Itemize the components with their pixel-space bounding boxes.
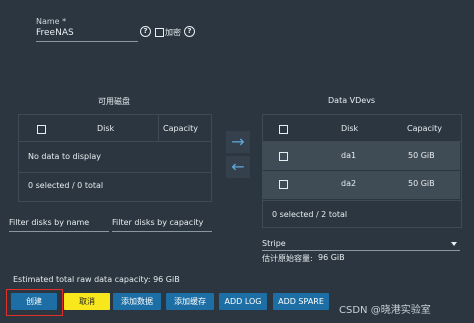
available-disks-title: 可用磁盘 <box>98 97 130 106</box>
row-checkbox[interactable] <box>279 152 288 161</box>
available-select-all-checkbox[interactable] <box>37 125 46 134</box>
name-input-underline <box>36 41 138 42</box>
move-left-button[interactable]: ← <box>226 156 250 178</box>
available-col-disk[interactable]: Disk <box>97 124 114 133</box>
layout-select[interactable]: Stripe <box>262 239 286 248</box>
filter-name-underline <box>9 231 109 232</box>
encrypt-checkbox[interactable] <box>155 28 164 37</box>
estimated-capacity-label: 估计原始容量: <box>262 254 313 263</box>
data-vdevs-title: Data VDevs <box>328 96 376 105</box>
filter-by-capacity-input[interactable]: Filter disks by capacity <box>112 218 203 227</box>
available-col-capacity[interactable]: Capacity <box>163 124 198 133</box>
vdevs-col-disk[interactable]: Disk <box>341 124 358 133</box>
row-divider <box>18 172 212 173</box>
name-help-icon[interactable]: ? <box>140 26 151 37</box>
vdevs-selection-count: 0 selected / 2 total <box>272 210 348 219</box>
move-right-button[interactable]: → <box>226 131 250 153</box>
add-spare-button[interactable]: ADD SPARE <box>273 293 329 310</box>
row-capacity: 50 GiB <box>408 151 435 160</box>
vdevs-select-all-checkbox[interactable] <box>279 125 288 134</box>
estimated-capacity-value: 96 GiB <box>318 253 345 262</box>
name-label: Name * <box>36 17 67 26</box>
add-data-button[interactable]: 添加数据 <box>113 293 161 310</box>
layout-underline <box>262 250 460 251</box>
row-divider <box>18 141 212 142</box>
watermark: CSDN @晓港实验室 <box>339 305 431 316</box>
encrypt-help-icon[interactable]: ? <box>184 26 195 37</box>
row-checkbox[interactable] <box>279 180 288 189</box>
cancel-button[interactable]: 取消 <box>64 293 110 310</box>
filter-by-name-input[interactable]: Filter disks by name <box>9 218 89 227</box>
empty-message: No data to display <box>28 152 101 161</box>
raw-capacity-summary: Estimated total raw data capacity: 96 Gi… <box>13 275 180 284</box>
arrow-left-icon: ← <box>231 157 245 176</box>
row-divider <box>262 200 462 201</box>
add-log-button[interactable]: ADD LOG <box>219 293 267 310</box>
column-divider <box>158 114 159 141</box>
row-disk: da2 <box>341 179 357 188</box>
chevron-down-icon[interactable] <box>451 242 457 246</box>
arrow-right-icon: → <box>231 132 245 151</box>
name-input[interactable]: FreeNAS <box>36 28 74 38</box>
create-button[interactable]: 创建 <box>11 293 57 310</box>
row-disk: da1 <box>341 151 357 160</box>
vdevs-col-capacity[interactable]: Capacity <box>407 124 442 133</box>
add-cache-button[interactable]: 添加缓存 <box>166 293 214 310</box>
filter-capacity-underline <box>112 231 212 232</box>
encrypt-label: 加密 <box>165 28 181 37</box>
available-selection-count: 0 selected / 0 total <box>28 181 104 190</box>
row-capacity: 50 GiB <box>408 179 435 188</box>
